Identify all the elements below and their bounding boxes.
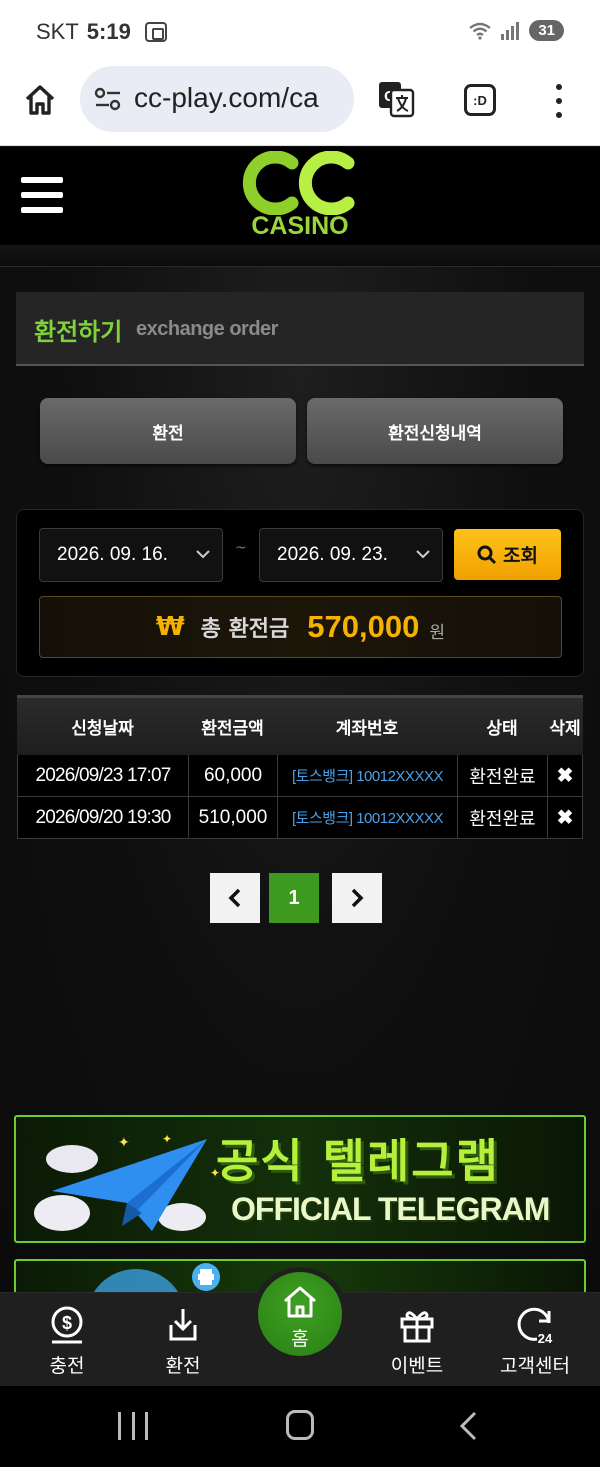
svg-text:✦: ✦ — [118, 1135, 130, 1151]
delete-icon[interactable]: ✖ — [547, 797, 583, 838]
page-title-english: exchange order — [136, 318, 278, 340]
page-title-korean: 환전하기 — [34, 318, 123, 346]
chevron-down-icon — [196, 550, 210, 559]
exchange-history-table: 신청날짜 환전금액 계좌번호 상태 삭제 2026/09/23 17:07 60… — [17, 695, 583, 839]
system-home-icon[interactable] — [286, 1410, 314, 1440]
cc-logo-mark-icon — [242, 150, 355, 216]
nav-event-label: 이벤트 — [390, 1355, 444, 1377]
signal-icon — [501, 21, 520, 40]
nav-event[interactable]: 이벤트 — [362, 1305, 472, 1381]
column-header-amount: 환전금액 — [201, 719, 264, 739]
gift-icon — [400, 1311, 434, 1343]
row-date: 2026/09/23 17:07 — [17, 755, 188, 796]
prev-page-button[interactable] — [210, 873, 260, 923]
date-range-separator: ~ — [235, 540, 247, 556]
search-button[interactable]: 조회 — [454, 529, 561, 580]
browser-menu-icon[interactable] — [553, 84, 565, 118]
total-label: 총 환전금 — [200, 617, 290, 642]
svg-text:$: $ — [62, 1313, 72, 1333]
banner-title-english: OFFICIAL TELEGRAM — [231, 1191, 550, 1227]
chevron-right-icon — [351, 888, 364, 908]
end-date-value: 2026. 09. 23. — [277, 544, 388, 565]
total-exchange-summary: ₩ 총 환전금 570,000 원 — [39, 596, 562, 658]
main-content: 환전하기 exchange order 환전 환전신청내역 2026. 09. … — [0, 267, 600, 1319]
row-amount: 60,000 — [188, 755, 277, 796]
battery-indicator: 31 — [529, 20, 564, 41]
total-amount: 570,000 — [307, 609, 420, 644]
support-24-icon: 24 — [517, 1307, 553, 1345]
bottom-navigation: $ 충전 환전 홈 이벤트 24 고객센터 — [0, 1267, 600, 1386]
row-date: 2026/09/20 19:30 — [17, 797, 188, 838]
system-navigation-bar — [0, 1386, 600, 1467]
column-header-status: 상태 — [486, 719, 518, 739]
hamburger-menu-icon[interactable] — [21, 177, 63, 213]
row-amount: 510,000 — [188, 797, 277, 838]
status-bar: SKT 5:19 31 — [0, 0, 600, 66]
logo-text: CASINO — [251, 212, 349, 240]
start-date-select[interactable]: 2026. 09. 16. — [39, 528, 223, 582]
back-icon[interactable] — [455, 1410, 481, 1442]
svg-text:✦: ✦ — [162, 1132, 172, 1146]
banner-title-korean: 공식 텔레그램 — [216, 1134, 500, 1188]
home-icon — [284, 1286, 316, 1318]
column-header-delete: 삭제 — [549, 719, 581, 739]
official-telegram-banner[interactable]: ✦ ✦ ✦ 공식 텔레그램 OFFICIAL TELEGRAM — [14, 1115, 586, 1243]
url-text[interactable]: cc-play.com/ca — [134, 82, 346, 114]
nav-exchange-label: 환전 — [165, 1355, 201, 1377]
carrier-name: SKT — [36, 19, 79, 44]
nav-charge[interactable]: $ 충전 — [12, 1305, 122, 1381]
nav-charge-label: 충전 — [49, 1355, 85, 1377]
search-icon — [477, 545, 497, 564]
chevron-down-icon — [416, 550, 430, 559]
translate-icon[interactable]: G — [377, 80, 415, 118]
nav-home-label: 홈 — [291, 1328, 309, 1350]
nav-exchange[interactable]: 환전 — [128, 1305, 238, 1381]
row-status: 환전완료 — [457, 797, 547, 838]
svg-text:24: 24 — [538, 1331, 553, 1345]
table-header: 신청날짜 환전금액 계좌번호 상태 삭제 — [17, 695, 583, 755]
site-settings-icon[interactable] — [94, 86, 122, 112]
wifi-icon — [469, 22, 492, 40]
end-date-select[interactable]: 2026. 09. 23. — [259, 528, 443, 582]
screenshot-icon — [144, 22, 167, 42]
column-header-account: 계좌번호 — [335, 719, 399, 739]
row-status: 환전완료 — [457, 755, 547, 796]
delete-icon[interactable]: ✖ — [547, 755, 583, 796]
browser-toolbar: cc-play.com/ca G :D — [0, 66, 600, 146]
exchange-history-tab-button[interactable]: 환전신청내역 — [307, 398, 563, 464]
tab-switcher-icon[interactable]: :D — [464, 84, 496, 116]
clock-time: 5:19 — [86, 19, 131, 44]
address-bar[interactable]: cc-play.com/ca — [80, 66, 354, 132]
table-row: 2026/09/20 19:30 510,000 [토스뱅크] 10012XXX… — [17, 797, 583, 839]
hero-strip — [0, 245, 600, 267]
row-account: [토스뱅크] 10012XXXXX — [277, 755, 457, 796]
exchange-tab-button[interactable]: 환전 — [40, 398, 296, 464]
nav-support-label: 고객센터 — [500, 1355, 570, 1377]
search-panel: 2026. 09. 16. ~ 2026. 09. 23. 조회 ₩ 총 환전금… — [16, 509, 584, 677]
nav-support[interactable]: 24 고객센터 — [480, 1305, 590, 1381]
row-account: [토스뱅크] 10012XXXXX — [277, 797, 457, 838]
table-row: 2026/09/23 17:07 60,000 [토스뱅크] 10012XXXX… — [17, 755, 583, 797]
paper-plane-icon: ✦ ✦ ✦ — [34, 1132, 220, 1231]
recent-apps-icon[interactable] — [118, 1412, 148, 1440]
download-icon — [169, 1309, 197, 1341]
nav-home[interactable]: 홈 — [253, 1267, 347, 1361]
next-page-button[interactable] — [332, 873, 382, 923]
start-date-value: 2026. 09. 16. — [57, 544, 168, 565]
browser-home-icon[interactable] — [22, 82, 58, 118]
search-button-label: 조회 — [503, 545, 538, 567]
page-title: 환전하기 exchange order — [16, 292, 584, 366]
total-unit: 원 — [429, 622, 445, 643]
dollar-coin-icon: $ — [51, 1306, 83, 1344]
cc-casino-logo[interactable]: CASINO — [240, 150, 360, 243]
chevron-left-icon — [228, 888, 241, 908]
column-header-date: 신청날짜 — [71, 719, 134, 739]
page-1-button[interactable]: 1 — [269, 873, 319, 923]
won-icon: ₩ — [155, 612, 185, 642]
site-header: CASINO — [0, 147, 600, 245]
